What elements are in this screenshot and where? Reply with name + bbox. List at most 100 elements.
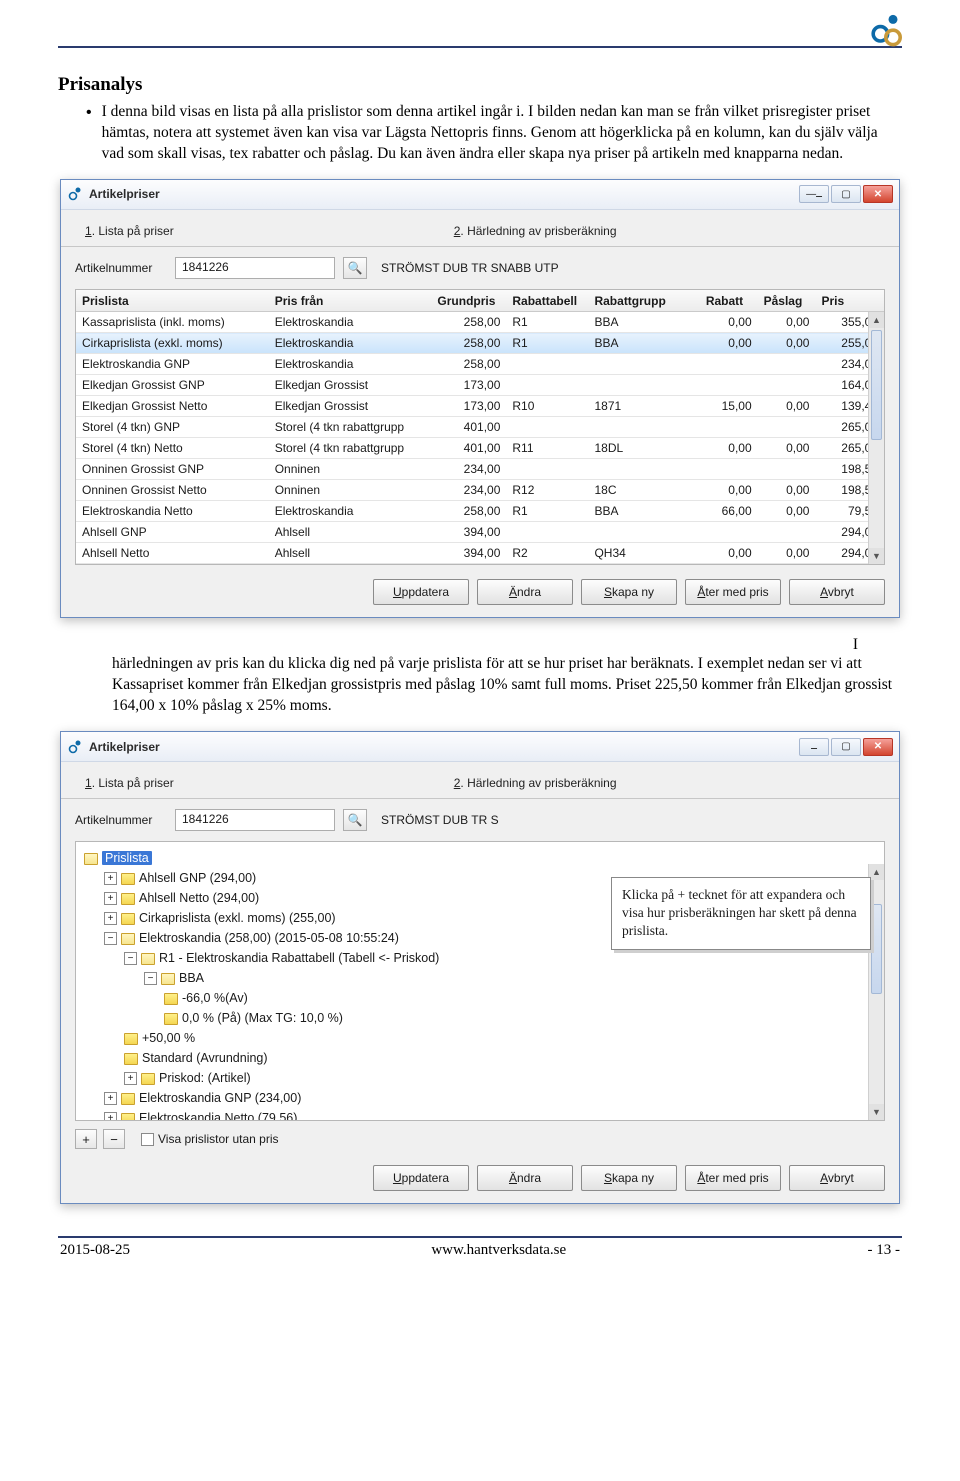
tree-node[interactable]: +50,00 % bbox=[124, 1028, 876, 1048]
ater-med-pris-button[interactable]: Åter med pris bbox=[685, 1165, 781, 1191]
col-header[interactable]: Rabattgrupp bbox=[588, 290, 699, 312]
expand-icon[interactable]: + bbox=[104, 1112, 117, 1121]
table-row[interactable]: Cirkaprislista (exkl. moms)Elektroskandi… bbox=[76, 333, 884, 354]
table-row[interactable]: Elkedjan Grossist GNPElkedjan Grossist17… bbox=[76, 375, 884, 396]
magnifier-icon: 🔍 bbox=[348, 261, 363, 275]
tree-node[interactable]: +Elektroskandia GNP (234,00) bbox=[104, 1088, 876, 1108]
scroll-down-button[interactable]: ▼ bbox=[869, 1104, 884, 1120]
table-row[interactable]: Storel (4 tkn) GNPStorel (4 tkn rabattgr… bbox=[76, 417, 884, 438]
expand-icon[interactable]: + bbox=[124, 1072, 137, 1085]
visa-utan-pris-checkbox[interactable]: Visa prislistor utan pris bbox=[141, 1132, 279, 1146]
table-row[interactable]: Storel (4 tkn) NettoStorel (4 tkn rabatt… bbox=[76, 438, 884, 459]
collapse-icon[interactable]: − bbox=[104, 932, 117, 945]
magnifier-icon: 🔍 bbox=[348, 813, 363, 827]
avbryt-button[interactable]: Avbryt bbox=[789, 1165, 885, 1191]
table-row[interactable]: Elektroskandia GNPElektroskandia258,0023… bbox=[76, 354, 884, 375]
uppdatera-button[interactable]: Uppdatera bbox=[373, 579, 469, 605]
artikel-description: STRÖMST DUB TR S bbox=[381, 813, 499, 827]
tree-leaf[interactable]: 0,0 % (På) (Max TG: 10,0 %) bbox=[164, 1008, 876, 1028]
tab-harledning[interactable]: 2. Härledning av prisberäkning bbox=[444, 770, 627, 798]
expand-icon[interactable]: + bbox=[104, 892, 117, 905]
scroll-thumb[interactable] bbox=[871, 904, 882, 994]
window-titlebar: Artikelpriser —ــ ▢ ✕ bbox=[61, 180, 899, 210]
col-header[interactable]: Pris från bbox=[269, 290, 432, 312]
table-row[interactable]: Kassaprislista (inkl. moms)Elektroskandi… bbox=[76, 312, 884, 333]
minimize-button[interactable]: ــ bbox=[799, 738, 829, 756]
tree-node[interactable]: Standard (Avrundning) bbox=[124, 1048, 876, 1068]
trailing-i: I bbox=[58, 636, 858, 654]
folder-icon bbox=[121, 913, 135, 925]
collapse-icon[interactable]: − bbox=[124, 952, 137, 965]
folder-icon bbox=[121, 933, 135, 945]
tab-lista-pa-priser[interactable]: 1. Lista på priser bbox=[75, 218, 184, 246]
avbryt-button[interactable]: Avbryt bbox=[789, 579, 885, 605]
close-button[interactable]: ✕ bbox=[863, 185, 893, 203]
skapa-ny-button[interactable]: Skapa ny bbox=[581, 1165, 677, 1191]
table-scrollbar[interactable]: ▲ ▼ bbox=[868, 312, 884, 565]
artikelnummer-label: Artikelnummer bbox=[75, 261, 167, 275]
tree-node[interactable]: −Elektroskandia (258,00) (2015-05-08 10:… bbox=[104, 928, 876, 1088]
scroll-up-button[interactable]: ▲ bbox=[869, 864, 884, 880]
footer-date: 2015-08-25 bbox=[60, 1242, 130, 1259]
skapa-ny-button[interactable]: Skapa ny bbox=[581, 579, 677, 605]
col-header[interactable]: Prislista bbox=[76, 290, 269, 312]
folder-icon bbox=[164, 993, 178, 1005]
folder-icon bbox=[121, 873, 135, 885]
expand-icon[interactable]: + bbox=[104, 912, 117, 925]
col-header[interactable]: Rabattabell bbox=[506, 290, 588, 312]
artikelpriser-window-list: Artikelpriser —ــ ▢ ✕ 1. Lista på priser… bbox=[60, 179, 900, 619]
table-row[interactable]: Elektroskandia NettoElektroskandia258,00… bbox=[76, 501, 884, 522]
col-header[interactable]: Pris bbox=[815, 290, 884, 312]
scroll-thumb[interactable] bbox=[871, 330, 882, 440]
table-row[interactable]: Ahlsell NettoAhlsell394,00R2QH340,000,00… bbox=[76, 543, 884, 564]
expand-icon[interactable]: + bbox=[104, 1092, 117, 1105]
table-row[interactable]: Onninen Grossist GNPOnninen234,00198,50 bbox=[76, 459, 884, 480]
andra-button[interactable]: Ändra bbox=[477, 579, 573, 605]
table-row[interactable]: Ahlsell GNPAhlsell394,00294,00 bbox=[76, 522, 884, 543]
scroll-down-button[interactable]: ▼ bbox=[869, 548, 884, 564]
prislista-table[interactable]: PrislistaPris frånGrundprisRabattabellRa… bbox=[76, 290, 884, 565]
artikelnummer-input[interactable]: 1841226 bbox=[175, 257, 335, 279]
col-header[interactable]: Grundpris bbox=[431, 290, 506, 312]
footer-url: www.hantverksdata.se bbox=[431, 1242, 566, 1259]
collapse-all-button[interactable]: − bbox=[103, 1129, 125, 1149]
tree-node[interactable]: −BBA-66,0 %(Av)0,0 % (På) (Max TG: 10,0 … bbox=[144, 968, 876, 1028]
folder-icon bbox=[124, 1033, 138, 1045]
search-button[interactable]: 🔍 bbox=[343, 809, 367, 831]
tree-node[interactable]: −R1 - Elektroskandia Rabattabell (Tabell… bbox=[124, 948, 876, 1028]
bullet-dot: • bbox=[86, 102, 92, 165]
artikelnummer-label: Artikelnummer bbox=[75, 813, 167, 827]
folder-icon bbox=[121, 1093, 135, 1105]
expand-all-button[interactable]: + bbox=[75, 1129, 97, 1149]
scroll-up-button[interactable]: ▲ bbox=[869, 312, 884, 328]
folder-icon bbox=[121, 893, 135, 905]
tab-harledning[interactable]: 2. Härledning av prisberäkning bbox=[444, 218, 627, 246]
artikelnummer-input[interactable]: 1841226 bbox=[175, 809, 335, 831]
table-row[interactable]: Elkedjan Grossist NettoElkedjan Grossist… bbox=[76, 396, 884, 417]
close-button[interactable]: ✕ bbox=[863, 738, 893, 756]
expand-icon[interactable]: + bbox=[104, 872, 117, 885]
tab-lista-pa-priser[interactable]: 1. Lista på priser bbox=[75, 770, 184, 798]
tree-node[interactable]: +Elektroskandia Netto (79,56) bbox=[104, 1108, 876, 1121]
folder-icon bbox=[141, 953, 155, 965]
col-header[interactable]: Påslag bbox=[758, 290, 816, 312]
artikel-description: STRÖMST DUB TR SNABB UTP bbox=[381, 261, 559, 275]
col-header[interactable]: Rabatt bbox=[700, 290, 758, 312]
folder-icon bbox=[141, 1073, 155, 1085]
minimize-button[interactable]: —ــ bbox=[799, 185, 829, 203]
window-titlebar: Artikelpriser ــ ▢ ✕ bbox=[61, 732, 899, 762]
table-row[interactable]: Onninen Grossist NettoOnninen234,00R1218… bbox=[76, 480, 884, 501]
footer-page: - 13 - bbox=[867, 1242, 900, 1259]
ater-med-pris-button[interactable]: Åter med pris bbox=[685, 579, 781, 605]
collapse-icon[interactable]: − bbox=[144, 972, 157, 985]
andra-button[interactable]: Ändra bbox=[477, 1165, 573, 1191]
tree-leaf[interactable]: -66,0 %(Av) bbox=[164, 988, 876, 1008]
tree-node[interactable]: +Priskod: (Artikel) bbox=[124, 1068, 876, 1088]
checkbox-box[interactable] bbox=[141, 1133, 154, 1146]
maximize-button[interactable]: ▢ bbox=[831, 185, 861, 203]
tree-root[interactable]: Prislista bbox=[84, 848, 876, 868]
uppdatera-button[interactable]: Uppdatera bbox=[373, 1165, 469, 1191]
maximize-button[interactable]: ▢ bbox=[831, 738, 861, 756]
folder-icon bbox=[164, 1013, 178, 1025]
search-button[interactable]: 🔍 bbox=[343, 257, 367, 279]
